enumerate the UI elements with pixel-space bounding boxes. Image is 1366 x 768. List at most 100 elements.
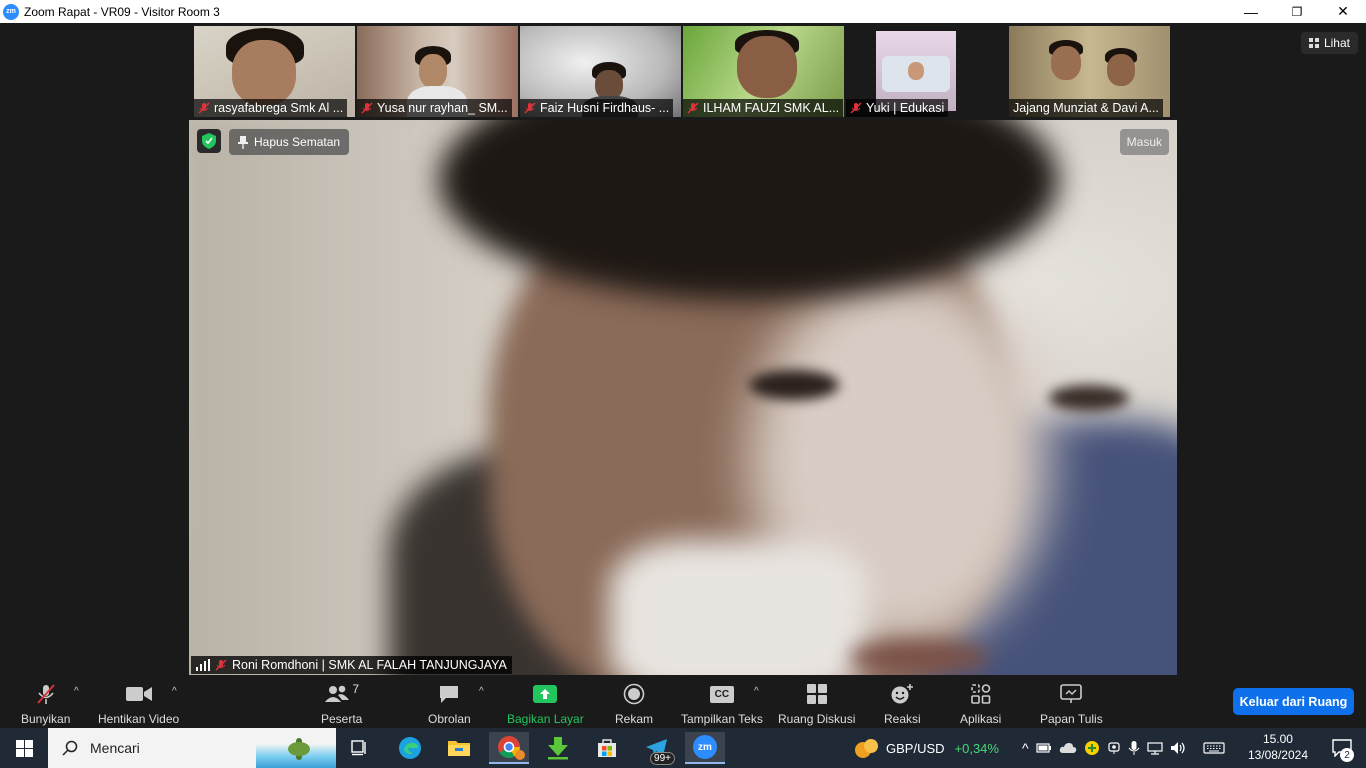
task-view-icon[interactable]: [340, 732, 380, 764]
participant-tile[interactable]: ILHAM FAUZI SMK AL...: [683, 26, 844, 117]
meeting-toolbar: Bunyikan ^ Hentikan Video ^ 7 Peserta Ob…: [0, 676, 1366, 728]
search-highlight-image-icon: [256, 728, 336, 768]
breakout-rooms-icon: [806, 684, 827, 704]
participant-tile[interactable]: Yusa nur rayhan_ SM...: [357, 26, 518, 117]
share-screen-button[interactable]: Bagikan Layar: [507, 682, 584, 726]
breakout-rooms-label: Ruang Diskusi: [778, 712, 856, 726]
reactions-label: Reaksi: [884, 712, 921, 726]
participant-name: rasyafabrega Smk Al ...: [214, 101, 344, 115]
participants-label: Peserta: [321, 712, 363, 726]
participant-name: Faiz Husni Firdhaus- ...: [540, 101, 670, 115]
view-button[interactable]: Lihat: [1300, 32, 1358, 54]
camera-device-icon[interactable]: [1107, 741, 1121, 755]
whiteboard-button[interactable]: Papan Tulis: [1040, 682, 1103, 726]
close-button[interactable]: ✕: [1320, 0, 1366, 23]
clock-date: 13/08/2024: [1247, 748, 1308, 762]
edge-browser-icon[interactable]: [390, 732, 430, 764]
muted-mic-icon: [850, 102, 862, 114]
video-camera-icon: [125, 687, 152, 701]
volume-icon[interactable]: [1170, 741, 1188, 755]
microphone-in-use-icon[interactable]: [1128, 740, 1140, 756]
zoom-logo-icon: zm: [3, 3, 19, 20]
video-options-caret-icon[interactable]: ^: [172, 686, 177, 697]
share-screen-label: Bagikan Layar: [507, 712, 584, 726]
chrome-browser-icon[interactable]: [489, 732, 529, 764]
muted-mic-icon: [37, 684, 55, 704]
notification-count-badge: 99+: [650, 752, 675, 765]
captions-button[interactable]: CC Tampilkan Teks: [681, 682, 763, 726]
search-icon: [62, 740, 78, 756]
apps-label: Aplikasi: [960, 712, 1002, 726]
muted-mic-icon: [687, 102, 699, 114]
main-video[interactable]: Hapus Sematan Masuk Roni Romdhoni | SMK …: [189, 120, 1177, 675]
participant-tile[interactable]: rasyafabrega Smk Al ...: [194, 26, 355, 117]
participants-icon: [325, 685, 350, 702]
unmute-button[interactable]: Bunyikan: [21, 682, 70, 726]
muted-mic-icon: [361, 102, 373, 114]
file-explorer-icon[interactable]: [439, 732, 479, 764]
clock-time: 15.00: [1262, 732, 1293, 746]
ticker-symbol: GBP/USD: [886, 740, 945, 756]
audio-options-caret-icon[interactable]: ^: [74, 686, 79, 697]
notification-count: 2: [1340, 748, 1354, 762]
security-badge-icon[interactable]: [1084, 740, 1100, 756]
record-icon: [623, 683, 645, 705]
windows-start-icon[interactable]: [0, 728, 48, 768]
apps-icon: [970, 684, 990, 704]
grid-icon: [1308, 38, 1319, 48]
show-hidden-icons-chevron-icon[interactable]: ^: [1022, 740, 1029, 756]
unmute-label: Bunyikan: [21, 712, 71, 726]
system-tray: ^: [1022, 728, 1225, 768]
record-button[interactable]: Rekam: [615, 682, 653, 726]
windows-taskbar: Mencari 99+ zm GBP/USD +0,34% ^ 15.00 13…: [0, 728, 1366, 768]
security-shield-icon[interactable]: [197, 129, 221, 153]
keyboard-icon[interactable]: [1202, 741, 1225, 755]
enter-button[interactable]: Masuk: [1119, 129, 1169, 155]
network-icon[interactable]: [1146, 741, 1163, 755]
pin-icon: [238, 135, 248, 149]
notification-center-icon[interactable]: 2: [1322, 732, 1362, 764]
zoom-app-icon[interactable]: zm: [685, 732, 725, 764]
share-screen-icon: [533, 685, 558, 703]
participant-name: ILHAM FAUZI SMK AL...: [703, 101, 840, 115]
whiteboard-icon: [1060, 684, 1083, 703]
captions-options-caret-icon[interactable]: ^: [754, 686, 759, 697]
window-title: Zoom Rapat - VR09 - Visitor Room 3: [24, 4, 220, 19]
stock-ticker-widget[interactable]: GBP/USD +0,34%: [854, 728, 999, 768]
zoom-logo-icon: zm: [693, 735, 717, 759]
participant-tile[interactable]: Faiz Husni Firdhaus- ...: [520, 26, 681, 117]
chat-bubble-icon: [440, 686, 459, 703]
muted-mic-icon: [524, 102, 536, 114]
minimize-button[interactable]: —: [1228, 0, 1274, 23]
telegram-icon[interactable]: 99+: [637, 732, 677, 765]
participants-button[interactable]: 7 Peserta: [321, 682, 362, 726]
ticker-change: +0,34%: [954, 740, 999, 756]
stop-video-button[interactable]: Hentikan Video: [98, 682, 179, 726]
microsoft-store-icon[interactable]: [587, 732, 627, 764]
reactions-button[interactable]: Reaksi: [884, 682, 921, 726]
title-bar: zm Zoom Rapat - VR09 - Visitor Room 3 — …: [0, 0, 1366, 23]
battery-icon[interactable]: [1035, 741, 1052, 755]
muted-mic-icon: [198, 102, 210, 114]
muted-mic-icon: [215, 659, 227, 671]
maximize-button[interactable]: ❐: [1274, 0, 1320, 23]
download-manager-icon[interactable]: [538, 732, 578, 764]
stop-video-label: Hentikan Video: [98, 712, 180, 726]
participant-tile[interactable]: Jajang Munziat & Davi A...: [1009, 26, 1170, 117]
speaker-name: Roni Romdhoni | SMK AL FALAH TANJUNGJAYA: [232, 658, 507, 672]
participant-name: Yusa nur rayhan_ SM...: [377, 101, 508, 115]
unpin-label: Hapus Sematan: [254, 135, 341, 149]
cloud-sync-icon[interactable]: [1059, 741, 1077, 755]
breakout-rooms-button[interactable]: Ruang Diskusi: [778, 682, 855, 726]
chat-button[interactable]: Obrolan: [428, 682, 471, 726]
chat-options-caret-icon[interactable]: ^: [479, 686, 484, 697]
taskbar-search-box[interactable]: Mencari: [48, 728, 336, 768]
system-clock[interactable]: 15.00 13/08/2024: [1248, 731, 1308, 763]
apps-button[interactable]: Aplikasi: [960, 682, 1001, 726]
leave-room-button[interactable]: Keluar dari Ruang: [1233, 688, 1354, 715]
participants-count: 7: [352, 682, 360, 696]
participant-tile[interactable]: Yuki | Edukasi: [846, 26, 1007, 117]
participant-strip: rasyafabrega Smk Al ... Yusa nur rayhan_…: [194, 26, 1170, 117]
smiley-plus-icon: [891, 684, 914, 704]
unpin-button[interactable]: Hapus Sematan: [229, 129, 350, 155]
